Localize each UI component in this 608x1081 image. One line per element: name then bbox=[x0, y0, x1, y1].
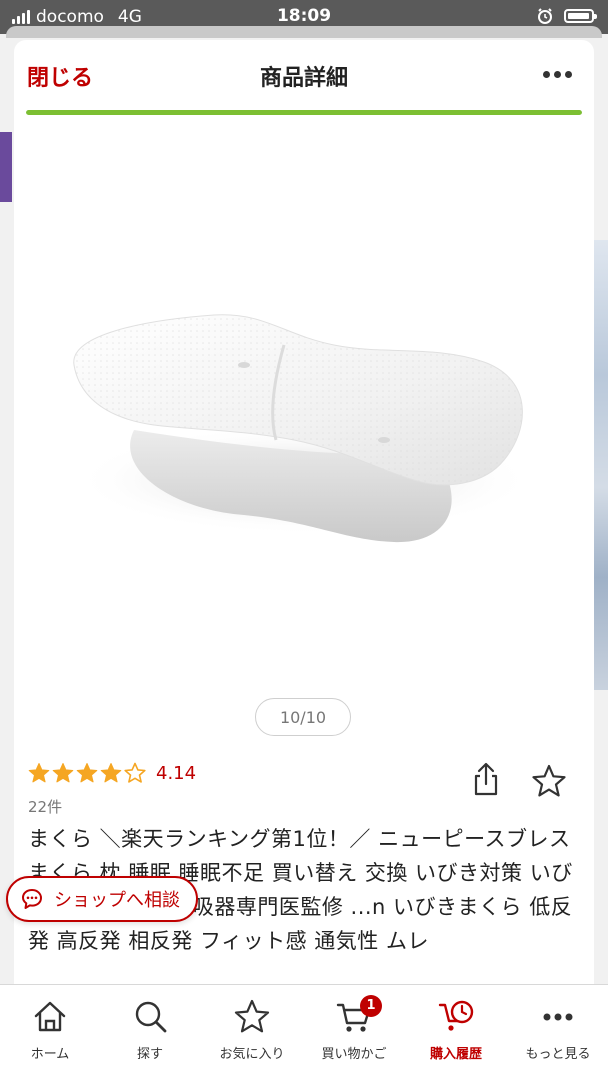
tab-cart[interactable]: 1 買い物かご bbox=[304, 995, 404, 1062]
background-page-edge-right bbox=[594, 240, 608, 690]
sheet-header: 閉じる 商品詳細 bbox=[14, 40, 594, 115]
background-page-edge bbox=[0, 132, 12, 202]
home-icon bbox=[34, 1001, 66, 1032]
tab-search[interactable]: 探す bbox=[100, 997, 200, 1062]
more-options-icon[interactable] bbox=[538, 62, 576, 86]
alarm-icon bbox=[538, 8, 552, 24]
sheet-backdrop bbox=[6, 26, 602, 38]
load-progress-fill bbox=[26, 110, 582, 115]
star-empty-icon bbox=[124, 762, 146, 783]
star-icon bbox=[234, 999, 270, 1033]
tab-favorites[interactable]: お気に入り bbox=[202, 997, 302, 1062]
rating-score: 4.14 bbox=[156, 762, 197, 784]
tab-more[interactable]: もっと見る bbox=[508, 997, 608, 1062]
image-pager: 10/10 bbox=[255, 698, 351, 736]
clock: 18:09 bbox=[276, 6, 332, 26]
star-filled-icon bbox=[52, 763, 74, 783]
cart-count-badge: 1 bbox=[360, 995, 382, 1017]
star-filled-icon bbox=[76, 763, 98, 783]
review-count[interactable]: 22件 bbox=[28, 796, 62, 817]
chat-bubble-icon bbox=[22, 889, 42, 909]
consult-shop-button[interactable]: ショップへ相談 bbox=[6, 876, 198, 922]
tab-label: ホーム bbox=[30, 1047, 70, 1062]
bottom-tab-bar: ホーム 探す お気に入り 1 買い物かご 購入履歴 もっと見る bbox=[0, 984, 608, 1081]
product-image[interactable] bbox=[14, 130, 594, 690]
rating-stars bbox=[28, 762, 146, 784]
share-icon[interactable] bbox=[470, 762, 502, 798]
star-outline-icon[interactable] bbox=[532, 764, 566, 798]
battery-icon bbox=[564, 9, 597, 23]
product-detail-sheet: 閉じる 商品詳細 10/10 4.14 22件 まくら ＼楽天ランキング第1位！… bbox=[14, 40, 594, 1080]
close-button[interactable]: 閉じる bbox=[27, 60, 93, 92]
consult-shop-label: ショップへ相談 bbox=[54, 890, 180, 911]
tab-label: 探す bbox=[136, 1047, 163, 1062]
star-rating[interactable]: 4.14 bbox=[28, 762, 196, 784]
page-title: 商品詳細 bbox=[259, 66, 348, 91]
tab-label: お気に入り bbox=[219, 1047, 285, 1062]
search-icon bbox=[135, 1001, 167, 1033]
more-icon bbox=[543, 1013, 573, 1021]
history-icon bbox=[438, 1000, 474, 1031]
star-filled-icon bbox=[28, 763, 50, 783]
tab-label: もっと見る bbox=[525, 1047, 591, 1062]
tab-label: 買い物かご bbox=[321, 1047, 387, 1062]
tab-purchase-history[interactable]: 購入履歴 bbox=[406, 997, 506, 1062]
tab-home[interactable]: ホーム bbox=[0, 997, 100, 1062]
pillow-illustration bbox=[73, 314, 534, 543]
tab-label: 購入履歴 bbox=[429, 1047, 482, 1062]
load-progress-bar bbox=[26, 110, 582, 115]
star-filled-icon bbox=[100, 763, 122, 783]
